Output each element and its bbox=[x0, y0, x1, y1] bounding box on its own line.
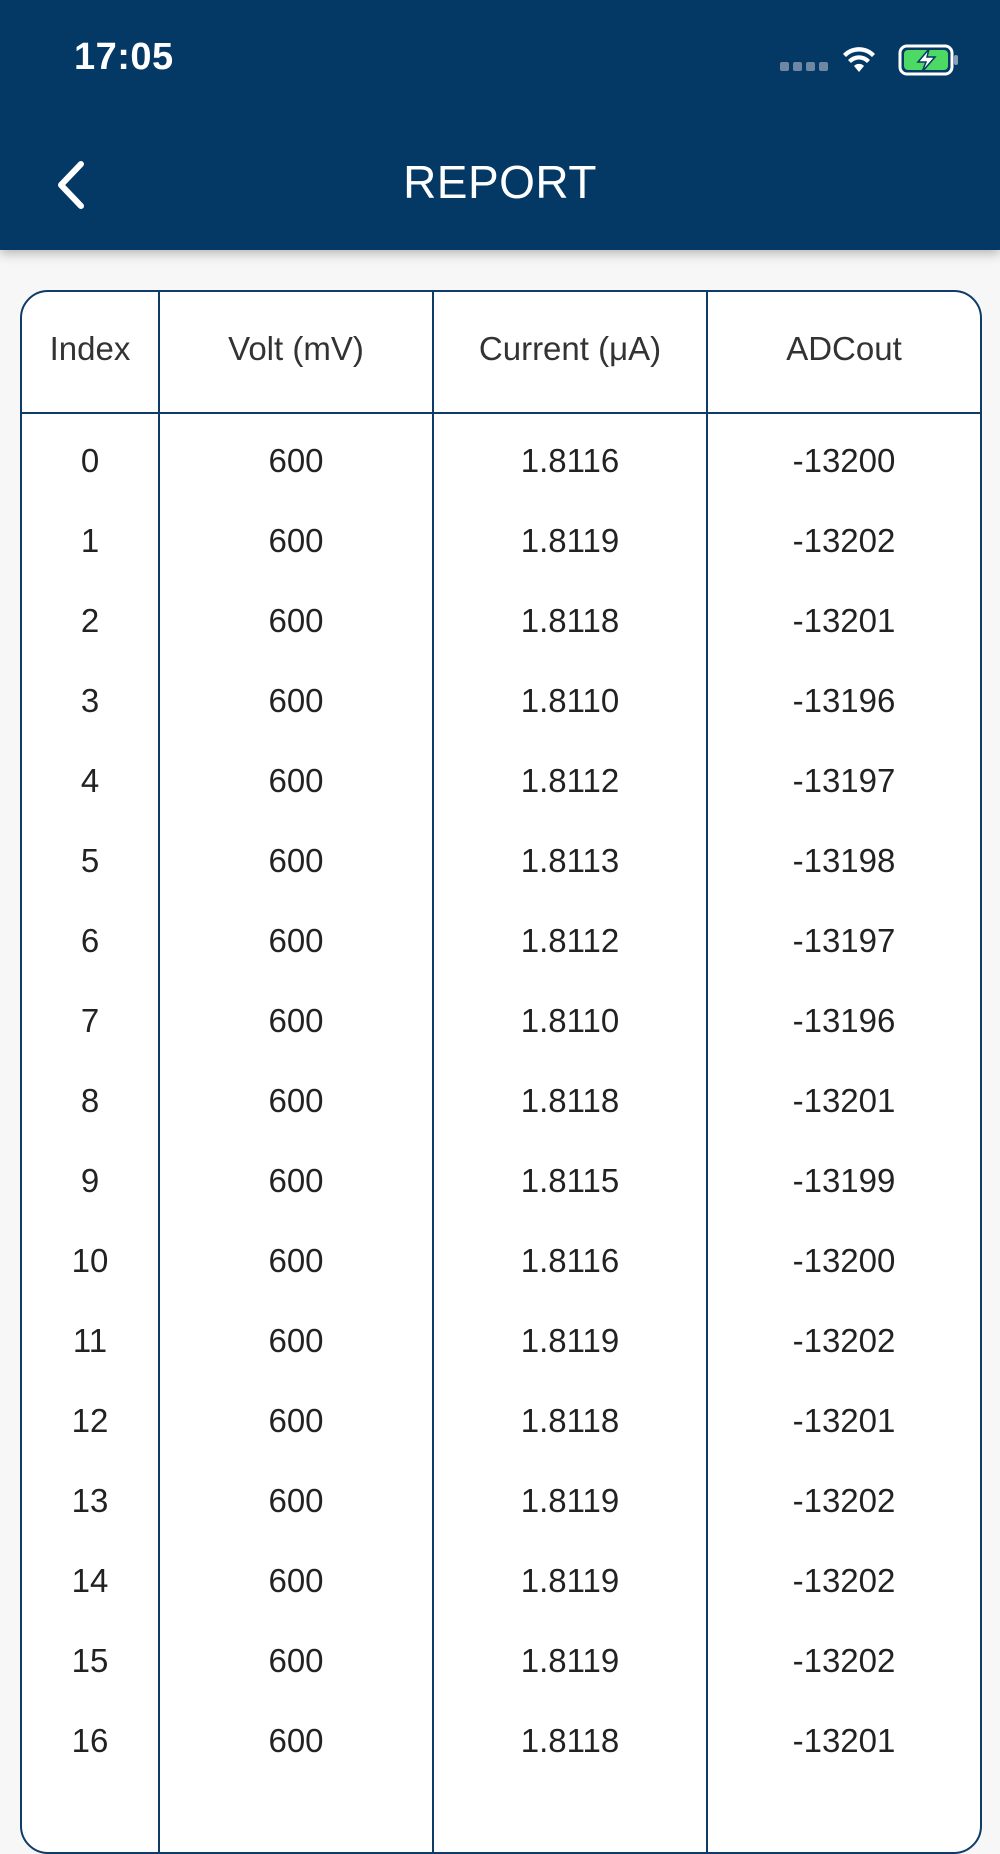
cell-current: 1.8115 bbox=[520, 1162, 620, 1199]
cell-index: 3 bbox=[80, 682, 100, 719]
cell-adcout: -13202 bbox=[792, 1562, 896, 1599]
cell-current: 1.8119 bbox=[520, 1482, 620, 1519]
cell-adcout: -13201 bbox=[792, 1082, 896, 1119]
cell-current: 1.8110 bbox=[520, 682, 620, 719]
cell-volt: 600 bbox=[268, 1162, 324, 1199]
cell-current: 1.8116 bbox=[520, 1242, 620, 1279]
cell-volt: 600 bbox=[268, 842, 324, 879]
table-row: 11 600 1.8119 -13202 bbox=[22, 1302, 980, 1382]
cell-volt: 600 bbox=[268, 442, 324, 479]
cell-adcout: -13197 bbox=[792, 922, 896, 959]
cell-index: 8 bbox=[80, 1082, 100, 1119]
cell-current: 1.8118 bbox=[520, 1722, 620, 1759]
cell-index: 5 bbox=[80, 842, 100, 879]
cell-volt: 600 bbox=[268, 682, 324, 719]
table-row: 3 600 1.8110 -13196 bbox=[22, 662, 980, 742]
column-header-volt: Volt (mV) bbox=[228, 330, 364, 367]
cell-index: 0 bbox=[80, 442, 100, 479]
table-row: 7 600 1.8110 -13196 bbox=[22, 982, 980, 1062]
cell-adcout: -13196 bbox=[792, 1002, 896, 1039]
status-icons bbox=[780, 40, 960, 80]
cell-index: 16 bbox=[71, 1722, 109, 1759]
cell-index: 15 bbox=[71, 1642, 109, 1679]
table-header-row: Index Volt (mV) Current (μA) ADCout bbox=[22, 292, 980, 414]
cell-index: 14 bbox=[71, 1562, 109, 1599]
table-row: 13 600 1.8119 -13202 bbox=[22, 1462, 980, 1542]
cell-volt: 600 bbox=[268, 1722, 324, 1759]
cell-volt: 600 bbox=[268, 1322, 324, 1359]
cell-current: 1.8118 bbox=[520, 1082, 620, 1119]
cell-volt: 600 bbox=[268, 602, 324, 639]
status-time: 17:05 bbox=[74, 36, 174, 78]
page-title: REPORT bbox=[403, 156, 597, 208]
cell-adcout: -13200 bbox=[792, 442, 896, 479]
cell-current: 1.8112 bbox=[520, 922, 620, 959]
table-row: 6 600 1.8112 -13197 bbox=[22, 902, 980, 982]
cell-index: 4 bbox=[80, 762, 100, 799]
report-table[interactable]: Index Volt (mV) Current (μA) ADCout 0 600… bbox=[20, 290, 982, 1854]
table-row: 12 600 1.8118 -13201 bbox=[22, 1382, 980, 1462]
cell-current: 1.8113 bbox=[520, 842, 620, 879]
cell-current: 1.8118 bbox=[520, 1402, 620, 1439]
cell-volt: 600 bbox=[268, 1562, 324, 1599]
cell-current: 1.8116 bbox=[520, 442, 620, 479]
cell-adcout: -13198 bbox=[792, 842, 896, 879]
cell-index: 13 bbox=[71, 1482, 109, 1519]
table-row: 0 600 1.8116 -13200 bbox=[22, 422, 980, 502]
column-header-index: Index bbox=[49, 330, 131, 367]
app-header: 17:05 REPORT bbox=[0, 0, 1000, 250]
cell-volt: 600 bbox=[268, 1642, 324, 1679]
table-row: 16 600 1.8118 -13201 bbox=[22, 1702, 980, 1782]
cell-index: 9 bbox=[80, 1162, 100, 1199]
cell-index: 7 bbox=[80, 1002, 100, 1039]
table-row: 14 600 1.8119 -13202 bbox=[22, 1542, 980, 1622]
cell-adcout: -13201 bbox=[792, 1722, 896, 1759]
table-row: 5 600 1.8113 -13198 bbox=[22, 822, 980, 902]
table-row: 4 600 1.8112 -13197 bbox=[22, 742, 980, 822]
wifi-icon bbox=[843, 47, 875, 72]
cell-index: 12 bbox=[71, 1402, 109, 1439]
table-row: 1 600 1.8119 -13202 bbox=[22, 502, 980, 582]
cell-index: 10 bbox=[71, 1242, 109, 1279]
cell-adcout: -13202 bbox=[792, 1642, 896, 1679]
cell-adcout: -13202 bbox=[792, 1482, 896, 1519]
column-header-adcout: ADCout bbox=[786, 330, 902, 367]
table-row: 9 600 1.8115 -13199 bbox=[22, 1142, 980, 1222]
column-header-current: Current (μA) bbox=[478, 330, 662, 367]
cell-current: 1.8112 bbox=[520, 762, 620, 799]
cell-index: 2 bbox=[80, 602, 100, 639]
cell-volt: 600 bbox=[268, 1402, 324, 1439]
cell-volt: 600 bbox=[268, 522, 324, 559]
table-row: 8 600 1.8118 -13201 bbox=[22, 1062, 980, 1142]
cell-volt: 600 bbox=[268, 762, 324, 799]
cell-current: 1.8119 bbox=[520, 522, 620, 559]
battery-charging-icon bbox=[898, 44, 958, 76]
cell-adcout: -13201 bbox=[792, 602, 896, 639]
cell-volt: 600 bbox=[268, 1482, 324, 1519]
cell-adcout: -13201 bbox=[792, 1402, 896, 1439]
cell-index: 6 bbox=[80, 922, 100, 959]
cell-adcout: -13196 bbox=[792, 682, 896, 719]
cell-adcout: -13202 bbox=[792, 1322, 896, 1359]
table-row: 2 600 1.8118 -13201 bbox=[22, 582, 980, 662]
cell-index: 11 bbox=[72, 1322, 108, 1359]
cell-volt: 600 bbox=[268, 1002, 324, 1039]
table-row: 10 600 1.8116 -13200 bbox=[22, 1222, 980, 1302]
cell-volt: 600 bbox=[268, 1242, 324, 1279]
cell-adcout: -13202 bbox=[792, 522, 896, 559]
cell-adcout: -13199 bbox=[792, 1162, 896, 1199]
cell-volt: 600 bbox=[268, 1082, 324, 1119]
cell-adcout: -13200 bbox=[792, 1242, 896, 1279]
table-row: 15 600 1.8119 -13202 bbox=[22, 1622, 980, 1702]
cell-adcout: -13197 bbox=[792, 762, 896, 799]
signal-icon bbox=[780, 62, 828, 71]
cell-current: 1.8119 bbox=[520, 1562, 620, 1599]
cell-index: 1 bbox=[80, 522, 100, 559]
cell-volt: 600 bbox=[268, 922, 324, 959]
cell-current: 1.8110 bbox=[520, 1002, 620, 1039]
cell-current: 1.8119 bbox=[520, 1642, 620, 1679]
cell-current: 1.8119 bbox=[520, 1322, 620, 1359]
cell-current: 1.8118 bbox=[520, 602, 620, 639]
